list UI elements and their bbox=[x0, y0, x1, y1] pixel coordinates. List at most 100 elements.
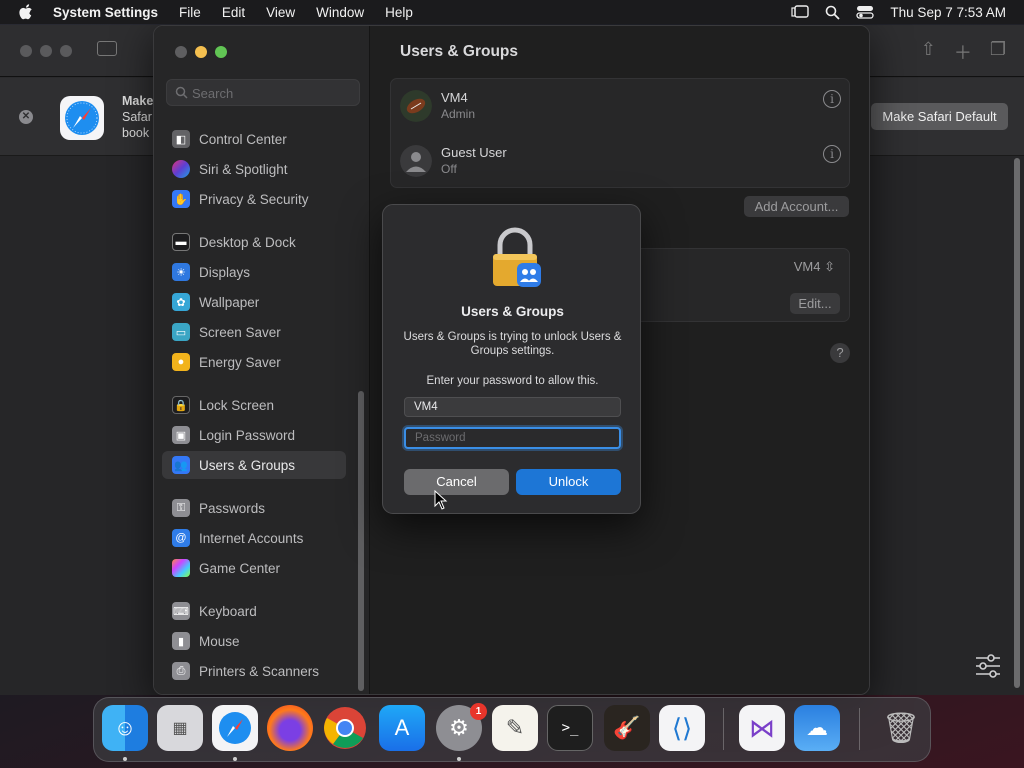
share-icon[interactable]: ⇧ bbox=[921, 39, 936, 65]
firefox-icon[interactable] bbox=[267, 705, 313, 751]
lock-icon bbox=[493, 227, 541, 287]
dock: ☺ ▦ A ⚙ 1 ✎ >_ 🎸 ⟨⟩ ⋈ ☁ 🗑 bbox=[93, 697, 931, 762]
password-field[interactable] bbox=[404, 427, 621, 449]
desktop-icon: ▬ bbox=[172, 233, 190, 251]
sidebar-item-wallpaper[interactable]: ✿ Wallpaper bbox=[162, 288, 346, 316]
dialog-message: Users & Groups is trying to unlock Users… bbox=[403, 331, 622, 357]
banner-line-3: book bbox=[122, 126, 150, 140]
sidebar-item-login-password[interactable]: ▣ Login Password bbox=[162, 421, 346, 449]
close-button[interactable] bbox=[20, 45, 32, 57]
sidebar-item-passwords[interactable]: ⚿ Passwords bbox=[162, 494, 346, 522]
sidebar-toggle-icon[interactable] bbox=[97, 41, 117, 56]
control-center-toggle-icon[interactable] bbox=[856, 5, 875, 19]
scrollbar-thumb[interactable] bbox=[1014, 158, 1020, 688]
safari-dock-icon[interactable] bbox=[212, 705, 258, 751]
garageband-guitar-icon[interactable]: 🎸 bbox=[604, 705, 650, 751]
guest-avatar-icon bbox=[400, 145, 432, 177]
cancel-button[interactable]: Cancel bbox=[404, 469, 509, 495]
user-role: Off bbox=[441, 162, 457, 176]
banner-text: Make Safar book bbox=[122, 93, 156, 141]
sidebar-item-lock-screen[interactable]: 🔒 Lock Screen bbox=[162, 391, 346, 419]
sidebar-item-label: Login Password bbox=[199, 427, 296, 443]
edit-button[interactable]: Edit... bbox=[790, 293, 840, 314]
menubar-extras: Thu Sep 7 7:53 AM bbox=[791, 0, 1006, 24]
menu-help[interactable]: Help bbox=[385, 5, 413, 20]
sidebar-item-displays[interactable]: ☀ Displays bbox=[162, 258, 346, 286]
visual-studio-icon[interactable]: ⋈ bbox=[739, 705, 785, 751]
vscode-icon[interactable]: ⟨⟩ bbox=[659, 705, 705, 751]
make-safari-default-button[interactable]: Make Safari Default bbox=[871, 103, 1008, 130]
dialog-title: Users & Groups bbox=[461, 304, 564, 319]
spotlight-search-icon[interactable] bbox=[825, 5, 841, 20]
sidebar-item-game-center[interactable]: Game Center bbox=[162, 554, 346, 582]
sidebar-item-energy-saver[interactable]: ● Energy Saver bbox=[162, 348, 346, 376]
dock-separator bbox=[723, 708, 724, 750]
tab-overview-icon[interactable]: ❐ bbox=[990, 39, 1006, 65]
help-button[interactable]: ? bbox=[830, 343, 850, 363]
unlock-dialog: Users & Groups Users & Groups is trying … bbox=[382, 204, 641, 514]
zoom-button[interactable] bbox=[215, 46, 227, 58]
hand-icon: ✋ bbox=[172, 190, 190, 208]
trash-icon[interactable]: 🗑 bbox=[878, 705, 924, 751]
info-icon[interactable]: i bbox=[823, 145, 841, 163]
sidebar-item-label: Mouse bbox=[199, 633, 240, 649]
sidebar-item-label: Wallpaper bbox=[199, 294, 260, 310]
weather-icon[interactable]: ☁ bbox=[794, 705, 840, 751]
sidebar-item-users-groups[interactable]: 👥 Users & Groups bbox=[162, 451, 346, 479]
chrome-icon[interactable] bbox=[322, 705, 368, 751]
menu-window[interactable]: Window bbox=[316, 5, 364, 20]
sun-icon: ☀ bbox=[172, 263, 190, 281]
sidebar-item-screen-saver[interactable]: ▭ Screen Saver bbox=[162, 318, 346, 346]
textedit-icon[interactable]: ✎ bbox=[492, 705, 538, 751]
sidebar-item-label: Siri & Spotlight bbox=[199, 161, 288, 177]
auto-login-value: VM4 bbox=[793, 259, 821, 274]
page-title: Users & Groups bbox=[400, 43, 519, 60]
page-scrollbar[interactable] bbox=[1013, 158, 1021, 688]
sidebar-item-keyboard[interactable]: ⌨ Keyboard bbox=[162, 597, 346, 625]
sidebar-item-mouse[interactable]: ▮ Mouse bbox=[162, 627, 346, 655]
sidebar-item-desktop-dock[interactable]: ▬ Desktop & Dock bbox=[162, 228, 346, 256]
apple-logo-icon[interactable] bbox=[18, 3, 36, 21]
menu-view[interactable]: View bbox=[266, 5, 295, 20]
safari-toolbar-icons: ⇧ ＋ ❐ bbox=[921, 39, 1006, 65]
sidebar-item-label: Lock Screen bbox=[199, 397, 275, 413]
menu-file[interactable]: File bbox=[179, 5, 201, 20]
search-input[interactable] bbox=[192, 84, 352, 102]
running-indicator bbox=[457, 757, 461, 761]
user-row-vm4[interactable]: VM4 Admin i bbox=[391, 79, 851, 134]
username-field[interactable]: VM4 bbox=[404, 397, 621, 417]
sidebar-item-control-center[interactable]: ◧ Control Center bbox=[162, 125, 346, 153]
menu-edit[interactable]: Edit bbox=[222, 5, 245, 20]
sidebar-item-siri-spotlight[interactable]: Siri & Spotlight bbox=[162, 155, 346, 183]
unlock-button[interactable]: Unlock bbox=[516, 469, 621, 495]
launchpad-icon[interactable]: ▦ bbox=[157, 705, 203, 751]
user-row-guest[interactable]: Guest User Off i bbox=[391, 134, 851, 189]
menu-app-name[interactable]: System Settings bbox=[53, 5, 158, 20]
sliders-icon[interactable] bbox=[974, 653, 1002, 679]
notification-badge: 1 bbox=[470, 703, 487, 720]
sidebar-item-privacy-security[interactable]: ✋ Privacy & Security bbox=[162, 185, 346, 213]
finder-icon[interactable]: ☺ bbox=[102, 705, 148, 751]
menubar-clock[interactable]: Thu Sep 7 7:53 AM bbox=[890, 5, 1006, 20]
info-icon[interactable]: i bbox=[823, 90, 841, 108]
sidebar-scrollbar[interactable] bbox=[358, 391, 364, 691]
sidebar-search[interactable] bbox=[166, 79, 360, 106]
banner-title: Make bbox=[122, 94, 154, 108]
sidebar-item-label: Desktop & Dock bbox=[199, 234, 296, 250]
running-indicator bbox=[233, 757, 237, 761]
close-button[interactable] bbox=[175, 46, 187, 58]
app-store-icon[interactable]: A bbox=[379, 705, 425, 751]
sidebar-item-internet-accounts[interactable]: @ Internet Accounts bbox=[162, 524, 346, 552]
auto-login-select[interactable]: VM4 ⇳ bbox=[794, 259, 835, 275]
minimize-button[interactable] bbox=[195, 46, 207, 58]
new-tab-icon[interactable]: ＋ bbox=[954, 39, 972, 65]
banner-close-icon[interactable]: ✕ bbox=[19, 110, 33, 124]
stage-manager-icon[interactable] bbox=[791, 5, 810, 19]
mouse-icon: ▮ bbox=[172, 632, 190, 650]
chevron-updown-icon: ⇳ bbox=[824, 259, 835, 274]
zoom-button[interactable] bbox=[60, 45, 72, 57]
add-account-button[interactable]: Add Account... bbox=[744, 196, 849, 217]
terminal-icon[interactable]: >_ bbox=[547, 705, 593, 751]
sidebar-item-printers-scanners[interactable]: ⎙ Printers & Scanners bbox=[162, 657, 346, 685]
minimize-button[interactable] bbox=[40, 45, 52, 57]
